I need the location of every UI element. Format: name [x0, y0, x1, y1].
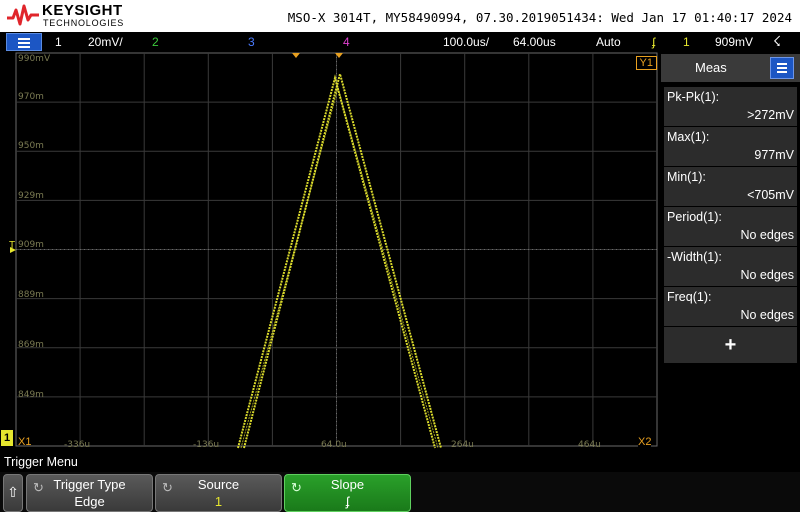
meas-value: No edges — [740, 268, 794, 282]
meas-item-neg-width[interactable]: -Width(1): No edges — [664, 247, 797, 286]
add-measurement-button[interactable]: + — [664, 327, 797, 363]
slope-rising-icon: ʄ — [345, 494, 350, 509]
trigger-slope-icon: ʄ — [652, 35, 656, 49]
y-label-6: 869m — [18, 340, 44, 350]
softkey-label: Trigger Type — [53, 477, 126, 492]
y-label-7: 849m — [18, 390, 44, 400]
meas-item-period[interactable]: Period(1): No edges — [664, 207, 797, 246]
meas-value: 977mV — [754, 148, 794, 162]
meas-name: Min(1): — [667, 170, 706, 184]
trigger-marker-label: T — [9, 240, 16, 251]
meas-name: Pk-Pk(1): — [667, 90, 720, 104]
model-serial-date: MSO-X 3014T, MY58490994, 07.30.201905143… — [287, 10, 792, 25]
meas-name: Max(1): — [667, 130, 710, 144]
back-button[interactable]: ⇧ — [3, 474, 23, 512]
x1-cursor-marker[interactable]: X1 — [18, 436, 31, 448]
y-label-5: 889m — [18, 290, 44, 300]
brand-subtitle: TECHNOLOGIES — [43, 18, 125, 28]
x-label-1: -136u — [193, 440, 220, 450]
meas-value: <705mV — [747, 188, 794, 202]
meas-panel-title: Meas — [695, 60, 727, 75]
brand-name: KEYSIGHT — [42, 2, 123, 19]
back-arrow-icon: ⇧ — [7, 484, 19, 500]
trigger-source[interactable]: 1 — [683, 35, 690, 49]
wifi-lan-icon: ☇ — [773, 33, 782, 49]
y-label-4: 909m — [18, 240, 44, 250]
meas-panel-header: Meas — [661, 54, 800, 82]
meas-value: No edges — [740, 228, 794, 242]
meas-name: Freq(1): — [667, 290, 712, 304]
time-delay[interactable]: 64.00us — [513, 35, 556, 49]
x-label-4: 464u — [578, 440, 601, 450]
meas-value: No edges — [740, 308, 794, 322]
keysight-logo-icon — [7, 4, 39, 26]
title-banner: KEYSIGHT TECHNOLOGIES MSO-X 3014T, MY584… — [0, 0, 800, 32]
graticule-svg — [10, 52, 658, 449]
channel-2-label[interactable]: 2 — [152, 35, 159, 49]
meas-value: >272mV — [747, 108, 794, 122]
x-label-2: 64.0u — [321, 440, 347, 450]
source-softkey[interactable]: ↻ Source 1 — [155, 474, 282, 512]
softkey-value: Edge — [74, 494, 105, 509]
meas-name: -Width(1): — [667, 250, 722, 264]
ch1-ground-marker[interactable]: 1 — [1, 430, 13, 446]
y-label-3: 929m — [18, 191, 44, 201]
meas-name: Period(1): — [667, 210, 722, 224]
softkey-menu-title: Trigger Menu — [4, 455, 78, 469]
channel-1-label[interactable]: 1 — [55, 35, 62, 49]
softkey-label: Slope — [330, 477, 365, 492]
y-label-1: 970m — [18, 92, 44, 102]
y-label-0: 990mV — [18, 54, 51, 64]
meas-item-min[interactable]: Min(1): <705mV — [664, 167, 797, 206]
softkey-label: Source — [197, 477, 240, 492]
softkey-bar: ⇧ ↻ Trigger Type Edge ↻ Source 1 ↻ Slope… — [0, 472, 800, 512]
y-label-2: 950m — [18, 141, 44, 151]
meas-item-pk-pk[interactable]: Pk-Pk(1): >272mV — [664, 87, 797, 126]
meas-item-max[interactable]: Max(1): 977mV — [664, 127, 797, 166]
trigger-type-softkey[interactable]: ↻ Trigger Type Edge — [26, 474, 153, 512]
channel-1-scale[interactable]: 20mV/ — [88, 35, 123, 49]
meas-item-freq[interactable]: Freq(1): No edges — [664, 287, 797, 326]
channel-status-bar: 1 20mV/ 2 3 4 100.0us/ 64.00us Auto ʄ 1 … — [0, 32, 800, 52]
softkey-value: 1 — [214, 494, 223, 509]
panel-menu-icon[interactable] — [770, 57, 794, 79]
timebase-scale[interactable]: 100.0us/ — [443, 35, 489, 49]
channel-4-label[interactable]: 4 — [343, 35, 350, 49]
x-label-0: -336u — [64, 440, 91, 450]
y1-cursor-marker[interactable]: Y1 — [635, 56, 657, 70]
channel-3-label[interactable]: 3 — [248, 35, 255, 49]
slope-softkey[interactable]: ↻ Slope ʄ — [284, 474, 411, 512]
x-label-3: 264u — [451, 440, 474, 450]
main-menu-button[interactable] — [6, 33, 42, 51]
waveform-display[interactable]: 990mV 970m 950m 929m 909m 889m 869m 849m… — [0, 52, 660, 450]
x2-cursor-marker[interactable]: X2 — [638, 436, 652, 448]
trigger-level[interactable]: 909mV — [715, 35, 753, 49]
measurements-panel: Meas Pk-Pk(1): >272mV Max(1): 977mV Min(… — [661, 54, 800, 450]
trigger-mode[interactable]: Auto — [596, 35, 621, 49]
